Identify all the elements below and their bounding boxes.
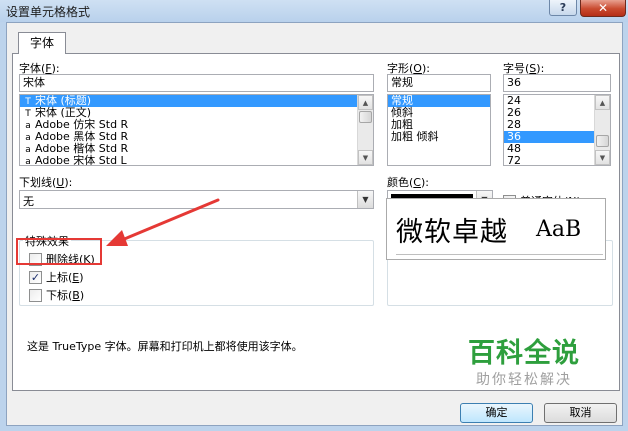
scroll-up-icon[interactable]: ▲	[595, 95, 610, 110]
checkbox-box[interactable]	[29, 288, 42, 302]
style-list[interactable]: 常规 倾斜 加粗 加粗 倾斜	[387, 94, 491, 166]
preview-main-text: 微软卓越	[396, 217, 508, 248]
close-button[interactable]: ✕	[580, 0, 626, 17]
font-list[interactable]: T 宋体 (标题) T 宋体 (正文) a Adobe 仿宋 Std R a Adobe…	[19, 94, 374, 166]
scroll-thumb[interactable]	[596, 135, 609, 147]
watermark: 百科全说 助你轻松解决	[449, 338, 599, 404]
checkbox-box[interactable]	[29, 252, 42, 266]
help-button[interactable]: ?	[549, 0, 577, 16]
ok-button[interactable]: 确定	[460, 403, 533, 423]
preview-box: 微软卓越 AaB	[386, 198, 606, 260]
format-cells-dialog: 设置单元格格式 ? ✕ 字体 字体(F): 宋体 T 宋体 (标题) T 宋体 (正…	[0, 0, 628, 431]
title-bar: 设置单元格格式 ? ✕	[0, 0, 628, 22]
list-item[interactable]: 加粗 倾斜	[388, 131, 490, 143]
opentype-icon: a	[25, 157, 31, 166]
preview-sample-text: AaB	[536, 217, 582, 242]
chevron-down-icon[interactable]: ▼	[357, 191, 373, 208]
underline-value: 无	[23, 195, 34, 208]
scroll-down-icon[interactable]: ▼	[595, 150, 610, 165]
tab-font[interactable]: 字体	[18, 32, 66, 54]
scroll-down-icon[interactable]: ▼	[358, 150, 373, 165]
strikethrough-checkbox[interactable]: 删除线(K)	[29, 251, 95, 267]
color-label-key: C	[413, 176, 421, 189]
color-label-text: 颜色	[387, 176, 409, 189]
info-text: 这是 TrueType 字体。屏幕和打印机上都将使用该字体。	[27, 340, 303, 353]
size-list-scrollbar[interactable]: ▲ ▼	[594, 95, 610, 165]
effects-title: 特殊效果	[23, 233, 71, 249]
subscript-checkbox[interactable]: 下标(B)	[29, 287, 84, 303]
list-item-label: Adobe 宋体 Std L	[35, 154, 127, 166]
superscript-key: E	[72, 270, 80, 284]
font-list-scrollbar[interactable]: ▲ ▼	[357, 95, 373, 165]
watermark-subtitle: 助你轻松解决	[476, 372, 572, 388]
strikethrough-label: 删除线	[46, 253, 79, 266]
strikethrough-key: K	[83, 252, 91, 266]
style-input[interactable]: 常规	[387, 74, 491, 92]
underline-label-text: 下划线	[19, 176, 52, 189]
preview-sample: 微软卓越 AaB	[396, 205, 603, 255]
scroll-thumb[interactable]	[359, 111, 372, 123]
underline-label: 下划线(U):	[19, 176, 73, 189]
watermark-title: 百科全说	[468, 338, 580, 369]
size-input[interactable]: 36	[503, 74, 611, 92]
color-label: 颜色(C):	[387, 176, 429, 189]
checkmark-icon[interactable]: ✓	[29, 270, 42, 284]
superscript-checkbox[interactable]: ✓ 上标(E)	[29, 269, 84, 285]
dialog-title: 设置单元格格式	[6, 5, 91, 19]
cancel-button[interactable]: 取消	[544, 403, 617, 423]
size-list[interactable]: 24 26 28 36 48 72 ▲ ▼	[503, 94, 611, 166]
superscript-label: 上标	[46, 271, 68, 284]
subscript-key: B	[72, 288, 80, 302]
underline-label-key: U	[56, 176, 65, 189]
scroll-up-icon[interactable]: ▲	[358, 95, 373, 110]
list-item[interactable]: a Adobe 宋体 Std L	[20, 155, 373, 166]
font-input[interactable]: 宋体	[19, 74, 374, 92]
underline-select[interactable]: 无 ▼	[19, 190, 374, 209]
subscript-label: 下标	[46, 289, 68, 302]
